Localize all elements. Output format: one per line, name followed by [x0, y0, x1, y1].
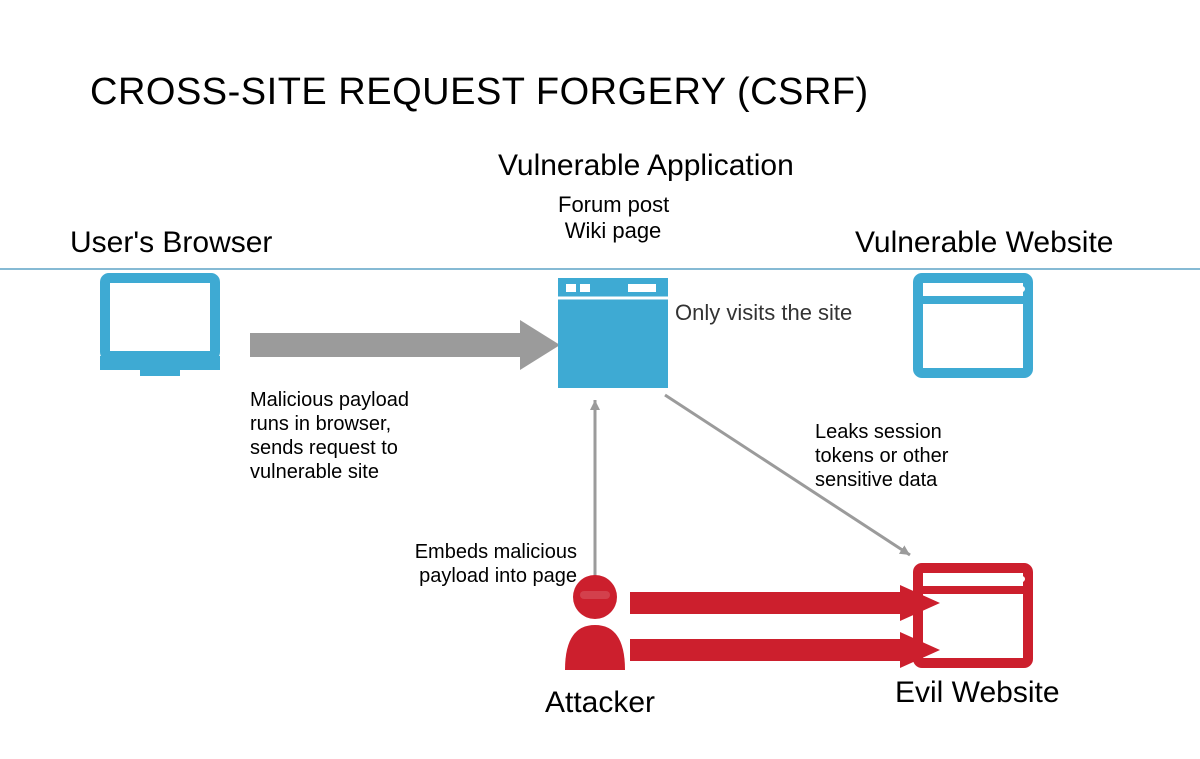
diagram-canvas: CROSS-SITE REQUEST FORGERY (CSRF) Vulner…: [0, 0, 1200, 759]
edge-site-to-evil: Leaks session tokens or other sensitive …: [815, 420, 1015, 492]
edge-attacker-to-vapp: Embeds malicious payload into page: [372, 540, 577, 588]
browser-title: User's Browser: [70, 225, 260, 261]
evilsite-title: Evil Website: [895, 675, 1055, 711]
attacker-icon: [565, 575, 625, 670]
diagram-title: CROSS-SITE REQUEST FORGERY (CSRF): [90, 70, 869, 116]
browser-icon: [100, 278, 220, 376]
edge-browser-to-site: Malicious payload runs in browser, sends…: [250, 388, 520, 484]
vapp-note: Only visits the site: [675, 300, 852, 326]
attacker-title: Attacker: [545, 685, 655, 721]
site-title: Vulnerable Website: [855, 225, 1095, 261]
vapp-title: Vulnerable Application: [498, 148, 728, 184]
vulnerable-app-icon: [558, 278, 668, 388]
vapp-sub2: Wiki page: [558, 218, 668, 244]
vapp-sub1: Forum post: [558, 192, 668, 218]
vulnerable-site-icon: [918, 278, 1028, 373]
